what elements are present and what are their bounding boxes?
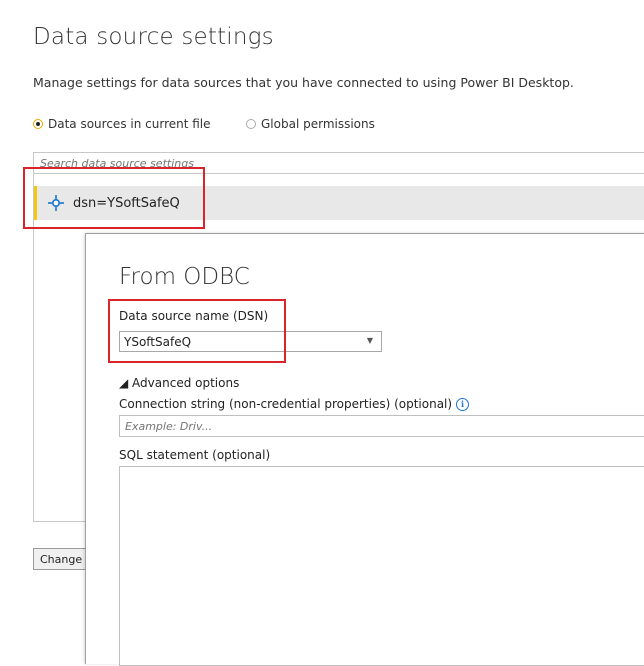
highlight-box-source [23,167,205,229]
radio-global-permissions-label: Global permissions [261,117,375,131]
chevron-down-icon[interactable]: ▼ [367,336,373,345]
highlight-box-dsn [108,299,286,363]
sql-statement-label: SQL statement (optional) [119,448,271,462]
connection-string-input[interactable] [119,415,644,437]
advanced-options-toggle[interactable]: ◢ Advanced options [119,376,239,390]
connection-string-label-text: Connection string (non-credential proper… [119,397,453,411]
radio-global-permissions[interactable]: Global permissions [246,117,375,131]
connection-string-label: Connection string (non-credential proper… [119,397,470,411]
page-title: Data source settings [33,24,274,50]
sql-statement-input[interactable] [119,466,644,666]
info-icon[interactable]: i [456,398,470,411]
dialog-title: From ODBC [119,264,250,290]
radio-unselected-icon[interactable] [246,119,256,129]
radio-selected-icon[interactable] [33,119,43,129]
radio-current-file[interactable]: Data sources in current file [33,117,211,131]
radio-current-file-label: Data sources in current file [48,117,211,131]
page-subtitle: Manage settings for data sources that yo… [33,75,574,90]
